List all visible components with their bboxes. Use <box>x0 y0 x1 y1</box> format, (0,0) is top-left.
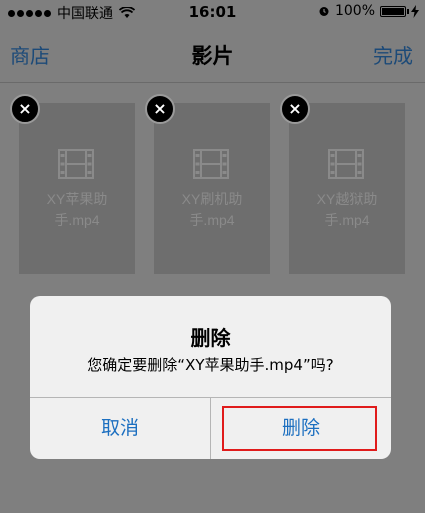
battery-icon <box>380 5 409 17</box>
video-name-line: XY苹果助 <box>46 191 108 207</box>
done-button[interactable]: 完成 <box>373 40 413 69</box>
video-tile[interactable]: XY越狱助 手.mp4 × <box>280 94 405 274</box>
navigation-bar: 商店 影片 完成 <box>0 24 425 83</box>
close-icon: × <box>18 99 32 118</box>
delete-video-button[interactable]: × <box>145 94 175 124</box>
alarm-icon <box>319 7 329 16</box>
video-name: XY越狱助 手.mp4 <box>289 189 405 231</box>
status-bar: 中国联通 16:01 100% <box>0 0 425 24</box>
video-tile[interactable]: XY刷机助 手.mp4 × <box>145 94 270 274</box>
video-tile[interactable]: XY苹果助 手.mp4 × <box>10 94 135 274</box>
video-name-line: 手.mp4 <box>324 212 370 228</box>
dialog-message: 您确定要删除“XY苹果助手.mp4”吗? <box>87 356 334 374</box>
close-icon: × <box>153 99 167 118</box>
film-icon <box>193 149 229 179</box>
page-title: 影片 <box>191 44 234 68</box>
delete-video-button[interactable]: × <box>10 94 40 124</box>
highlight-box <box>222 406 377 451</box>
status-right: 100% <box>318 3 419 19</box>
cancel-button[interactable]: 取消 <box>30 398 210 459</box>
dialog-title: 删除 <box>190 326 231 350</box>
video-name-line: 手.mp4 <box>54 212 100 228</box>
battery-percent: 100% <box>334 3 375 19</box>
video-name: XY刷机助 手.mp4 <box>154 189 270 231</box>
video-name-line: XY刷机助 <box>181 191 243 207</box>
charging-icon <box>411 4 419 18</box>
delete-video-button[interactable]: × <box>280 94 310 124</box>
video-name-line: XY越狱助 <box>316 191 378 207</box>
film-icon <box>328 149 364 179</box>
close-icon: × <box>288 99 302 118</box>
video-name: XY苹果助 手.mp4 <box>19 189 135 231</box>
film-icon <box>58 149 94 179</box>
video-name-line: 手.mp4 <box>189 212 235 228</box>
